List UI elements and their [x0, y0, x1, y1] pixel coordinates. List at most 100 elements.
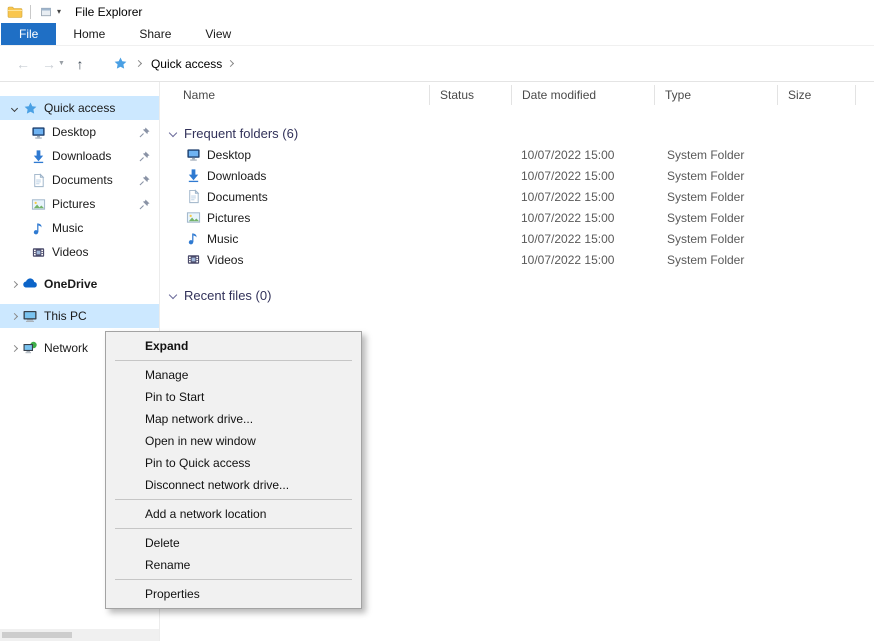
breadcrumb[interactable]: Quick access	[107, 51, 874, 77]
quick-access-breadcrumb-icon	[113, 56, 128, 71]
tab-file[interactable]: File	[1, 23, 56, 45]
quick-access-toolbar-button[interactable]	[37, 3, 55, 21]
file-date-modified: 10/07/2022 15:00	[512, 148, 655, 162]
desktop-icon	[185, 147, 201, 163]
download-icon	[30, 148, 46, 164]
sidebar-item-downloads[interactable]: Downloads	[0, 144, 159, 168]
breadcrumb-chevron-icon[interactable]	[135, 60, 142, 67]
file-type: System Folder	[655, 169, 778, 183]
menu-item-open-in-new-window[interactable]: Open in new window	[106, 430, 361, 452]
star-icon	[22, 100, 38, 116]
ribbon-tabs: File Home Share View	[0, 23, 874, 46]
file-date-modified: 10/07/2022 15:00	[512, 190, 655, 204]
menu-separator	[115, 499, 352, 500]
sidebar-item-pictures[interactable]: Pictures	[0, 192, 159, 216]
file-type: System Folder	[655, 253, 778, 267]
table-row[interactable]: Documents 10/07/2022 15:00 System Folder	[160, 186, 874, 207]
file-explorer-window: ▾ File Explorer File Home Share View ← →…	[0, 0, 874, 641]
sidebar-item-label: Music	[52, 221, 83, 235]
sidebar-item-label: Downloads	[52, 149, 111, 163]
menu-item-map-network-drive[interactable]: Map network drive...	[106, 408, 361, 430]
tab-home[interactable]: Home	[56, 23, 122, 45]
menu-separator	[115, 528, 352, 529]
column-header-size[interactable]: Size	[778, 85, 856, 105]
expand-chevron-icon[interactable]	[6, 106, 22, 111]
up-button[interactable]: ↑	[67, 52, 93, 76]
qat-dropdown-icon[interactable]: ▾	[57, 7, 61, 16]
column-header-name[interactable]: Name	[160, 85, 430, 105]
file-date-modified: 10/07/2022 15:00	[512, 211, 655, 225]
column-header-type[interactable]: Type	[655, 85, 778, 105]
menu-item-disconnect-network-drive[interactable]: Disconnect network drive...	[106, 474, 361, 496]
window-title: File Explorer	[75, 5, 142, 19]
sidebar-item-desktop[interactable]: Desktop	[0, 120, 159, 144]
group-header-frequent-folders[interactable]: Frequent folders (6)	[160, 122, 874, 144]
sidebar-item-music[interactable]: Music	[0, 216, 159, 240]
music-icon	[185, 231, 201, 247]
music-icon	[30, 220, 46, 236]
group-header-label: Recent files (0)	[184, 288, 271, 303]
tab-view[interactable]: View	[188, 23, 248, 45]
collapse-chevron-icon[interactable]	[169, 291, 177, 299]
expand-chevron-icon[interactable]	[6, 346, 22, 351]
file-name: Pictures	[207, 211, 250, 225]
expand-chevron-icon[interactable]	[6, 314, 22, 319]
title-bar: ▾ File Explorer	[0, 0, 874, 23]
menu-item-pin-to-start[interactable]: Pin to Start	[106, 386, 361, 408]
expand-chevron-icon[interactable]	[6, 282, 22, 287]
sidebar-item-label: This PC	[44, 309, 87, 323]
document-icon	[185, 189, 201, 205]
table-row[interactable]: Downloads 10/07/2022 15:00 System Folder	[160, 165, 874, 186]
breadcrumb-location[interactable]: Quick access	[151, 57, 222, 71]
pin-icon	[138, 198, 151, 211]
file-name: Music	[207, 232, 238, 246]
file-type: System Folder	[655, 148, 778, 162]
back-button[interactable]: ←	[10, 52, 36, 76]
group-header-recent-files[interactable]: Recent files (0)	[160, 284, 874, 306]
sidebar-item-documents[interactable]: Documents	[0, 168, 159, 192]
group-header-label: Frequent folders (6)	[184, 126, 298, 141]
context-menu: Expand Manage Pin to Start Map network d…	[105, 331, 362, 609]
file-type: System Folder	[655, 190, 778, 204]
sidebar-item-this-pc[interactable]: This PC	[0, 304, 159, 328]
file-type: System Folder	[655, 211, 778, 225]
menu-item-delete[interactable]: Delete	[106, 532, 361, 554]
table-row[interactable]: Music 10/07/2022 15:00 System Folder	[160, 228, 874, 249]
sidebar-item-quick-access[interactable]: Quick access	[0, 96, 159, 120]
sidebar-item-label: Desktop	[52, 125, 96, 139]
sidebar-item-label: Documents	[52, 173, 113, 187]
menu-item-manage[interactable]: Manage	[106, 364, 361, 386]
menu-separator	[115, 360, 352, 361]
menu-item-expand[interactable]: Expand	[106, 335, 361, 357]
file-type: System Folder	[655, 232, 778, 246]
explorer-app-icon	[6, 3, 24, 21]
file-date-modified: 10/07/2022 15:00	[512, 232, 655, 246]
tab-share[interactable]: Share	[122, 23, 188, 45]
monitor-icon	[30, 124, 46, 140]
pin-icon	[138, 150, 151, 163]
sidebar-item-onedrive[interactable]: OneDrive	[0, 272, 159, 296]
table-row[interactable]: Desktop 10/07/2022 15:00 System Folder	[160, 144, 874, 165]
menu-item-properties[interactable]: Properties	[106, 583, 361, 605]
breadcrumb-chevron-icon[interactable]	[227, 60, 234, 67]
table-row[interactable]: Pictures 10/07/2022 15:00 System Folder	[160, 207, 874, 228]
column-header-date-modified[interactable]: Date modified	[512, 85, 655, 105]
document-icon	[30, 172, 46, 188]
pc-icon	[22, 308, 38, 324]
picture-icon	[30, 196, 46, 212]
collapse-chevron-icon[interactable]	[169, 129, 177, 137]
menu-item-pin-to-quick-access[interactable]: Pin to Quick access	[106, 452, 361, 474]
sidebar-item-label: Pictures	[52, 197, 95, 211]
sidebar-horizontal-scrollbar[interactable]	[0, 629, 159, 641]
menu-item-rename[interactable]: Rename	[106, 554, 361, 576]
history-dropdown-icon[interactable]: ▼	[58, 60, 65, 67]
table-row[interactable]: Videos 10/07/2022 15:00 System Folder	[160, 249, 874, 270]
download-icon	[185, 168, 201, 184]
video-icon	[185, 252, 201, 268]
sidebar-item-videos[interactable]: Videos	[0, 240, 159, 264]
sidebar-item-label: OneDrive	[44, 277, 97, 291]
column-header-status[interactable]: Status	[430, 85, 512, 105]
network-icon	[22, 340, 38, 356]
sidebar-item-label: Network	[44, 341, 88, 355]
menu-item-add-network-location[interactable]: Add a network location	[106, 503, 361, 525]
